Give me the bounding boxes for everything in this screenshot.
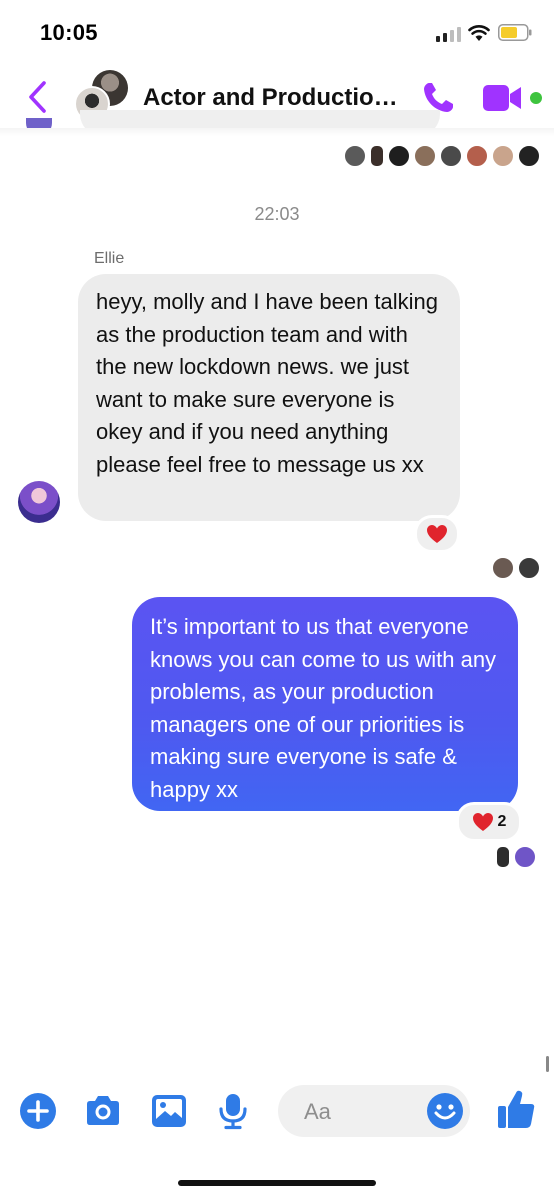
online-status-dot bbox=[530, 92, 542, 104]
status-time: 10:05 bbox=[40, 20, 98, 45]
scroll-indicator[interactable] bbox=[546, 1056, 549, 1072]
header-divider bbox=[0, 128, 554, 136]
seen-avatar bbox=[414, 145, 436, 167]
reaction-count: 2 bbox=[497, 813, 507, 830]
outgoing-message-bubble[interactable]: It’s important to us that everyone knows… bbox=[132, 597, 518, 811]
read-receipts-row bbox=[496, 846, 536, 868]
seen-avatar bbox=[492, 557, 514, 579]
incoming-message-bubble[interactable]: heyy, molly and I have been talking as t… bbox=[78, 274, 460, 521]
seen-avatar bbox=[518, 145, 540, 167]
microphone-icon[interactable] bbox=[214, 1092, 252, 1130]
gallery-icon[interactable] bbox=[150, 1092, 188, 1130]
seen-avatar bbox=[344, 145, 366, 167]
battery-icon bbox=[498, 24, 532, 41]
thumbs-up-icon[interactable] bbox=[496, 1088, 536, 1130]
seen-avatar bbox=[388, 145, 410, 167]
heart-icon bbox=[472, 813, 493, 831]
conversation-title[interactable]: Actor and Productio… bbox=[143, 84, 411, 112]
seen-avatar bbox=[466, 145, 488, 167]
seen-avatar bbox=[492, 145, 514, 167]
seen-avatar bbox=[440, 145, 462, 167]
seen-avatar bbox=[370, 145, 384, 167]
seen-avatar bbox=[514, 846, 536, 868]
seen-avatar bbox=[518, 557, 540, 579]
incoming-reaction-badge[interactable] bbox=[414, 515, 460, 553]
emoji-icon[interactable] bbox=[426, 1092, 464, 1130]
outgoing-reaction-badge[interactable]: 2 bbox=[456, 802, 522, 842]
video-call-icon[interactable] bbox=[482, 82, 522, 114]
back-chevron-icon[interactable] bbox=[26, 80, 48, 114]
message-input[interactable] bbox=[302, 1095, 426, 1129]
read-receipts-row bbox=[344, 145, 540, 167]
message-timestamp: 22:03 bbox=[254, 204, 300, 224]
sender-avatar[interactable] bbox=[18, 481, 60, 523]
cellular-signal-icon bbox=[436, 26, 461, 42]
camera-icon[interactable] bbox=[84, 1092, 122, 1130]
read-receipts-row bbox=[492, 557, 540, 579]
home-indicator bbox=[178, 1180, 376, 1186]
heart-icon bbox=[427, 525, 447, 543]
add-icon[interactable] bbox=[19, 1092, 57, 1130]
sender-name: Ellie bbox=[94, 250, 125, 267]
seen-avatar bbox=[496, 846, 510, 868]
wifi-icon bbox=[468, 25, 490, 41]
